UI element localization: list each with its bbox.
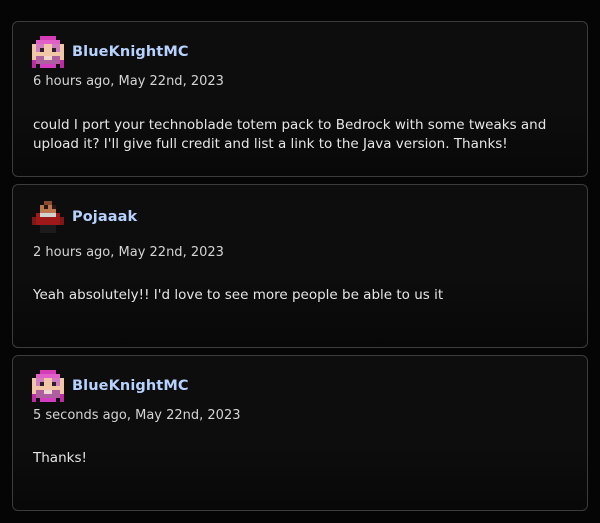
comment-card: BlueKnightMC 5 seconds ago, May 22nd, 20… (12, 355, 588, 511)
comment-body: Yeah absolutely!! I'd love to see more p… (33, 287, 444, 303)
comment-timestamp: 5 seconds ago, May 22nd, 2023 (33, 408, 241, 423)
comment-author-row: BlueKnightMC (32, 36, 189, 68)
comment-body: could I port your technoblade totem pack… (33, 117, 547, 152)
comment-body: Thanks! (33, 450, 87, 466)
comment-author-username[interactable]: BlueKnightMC (72, 378, 189, 394)
comment-author-row: Pojaaak (32, 201, 137, 233)
avatar-icon[interactable] (32, 370, 64, 402)
avatar-icon[interactable] (32, 201, 64, 233)
comment-timestamp: 6 hours ago, May 22nd, 2023 (33, 74, 224, 89)
comment-card: Pojaaak 2 hours ago, May 22nd, 2023 Yeah… (12, 184, 588, 348)
comment-author-username[interactable]: Pojaaak (72, 209, 137, 225)
comment-timestamp: 2 hours ago, May 22nd, 2023 (33, 245, 224, 260)
comment-author-row: BlueKnightMC (32, 370, 189, 402)
avatar-icon[interactable] (32, 36, 64, 68)
comment-thread: BlueKnightMC 6 hours ago, May 22nd, 2023… (0, 0, 600, 523)
comment-author-username[interactable]: BlueKnightMC (72, 44, 189, 60)
comment-card: BlueKnightMC 6 hours ago, May 22nd, 2023… (12, 21, 588, 177)
